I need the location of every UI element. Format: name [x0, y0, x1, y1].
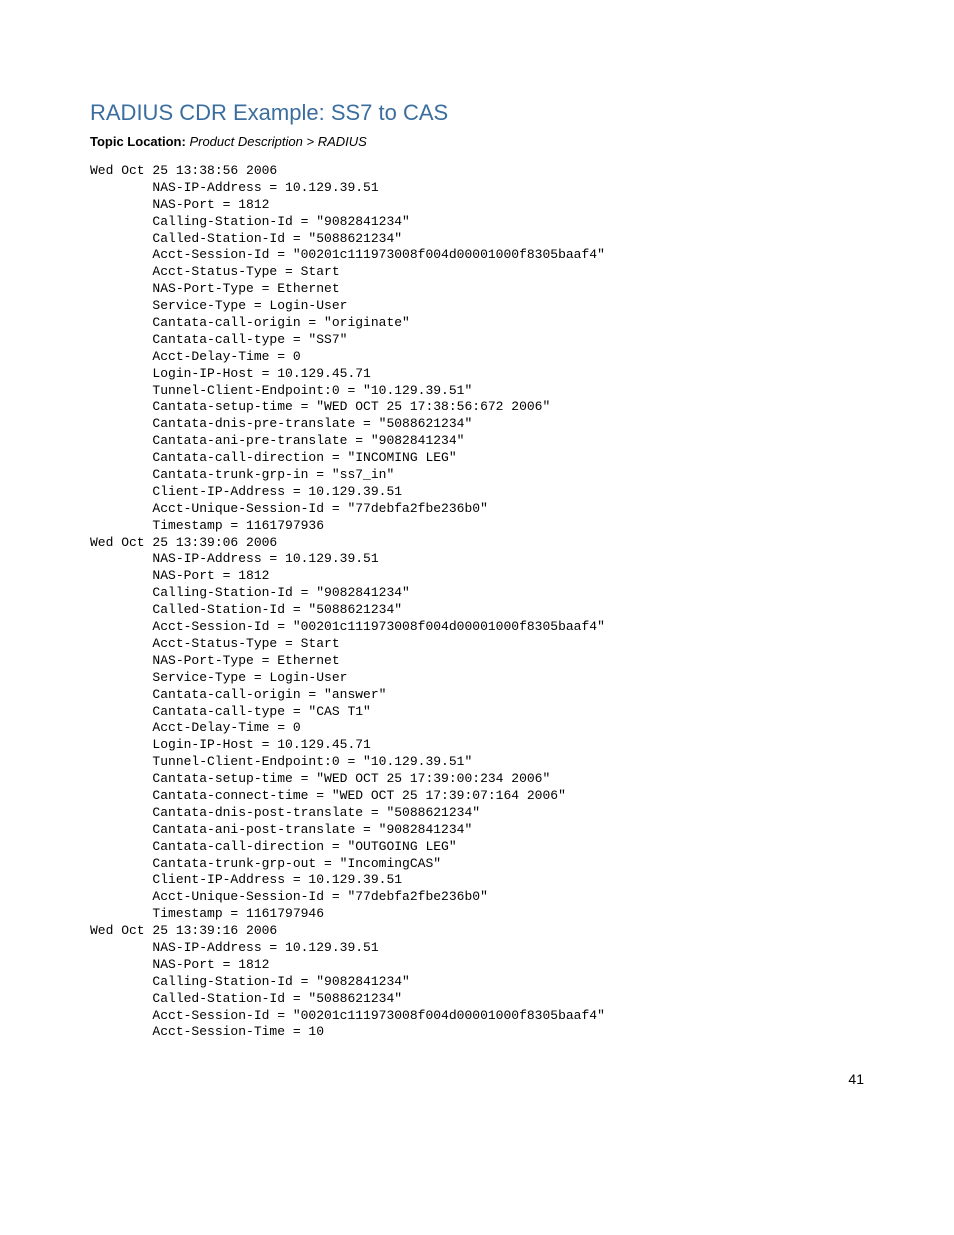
cdr-log-block: Wed Oct 25 13:38:56 2006 NAS-IP-Address … [90, 163, 864, 1041]
topic-location-path: Product Description > RADIUS [189, 134, 366, 149]
topic-location-label: Topic Location: [90, 134, 186, 149]
page-title: RADIUS CDR Example: SS7 to CAS [90, 100, 864, 126]
page-number: 41 [90, 1071, 864, 1087]
topic-location: Topic Location: Product Description > RA… [90, 134, 864, 149]
